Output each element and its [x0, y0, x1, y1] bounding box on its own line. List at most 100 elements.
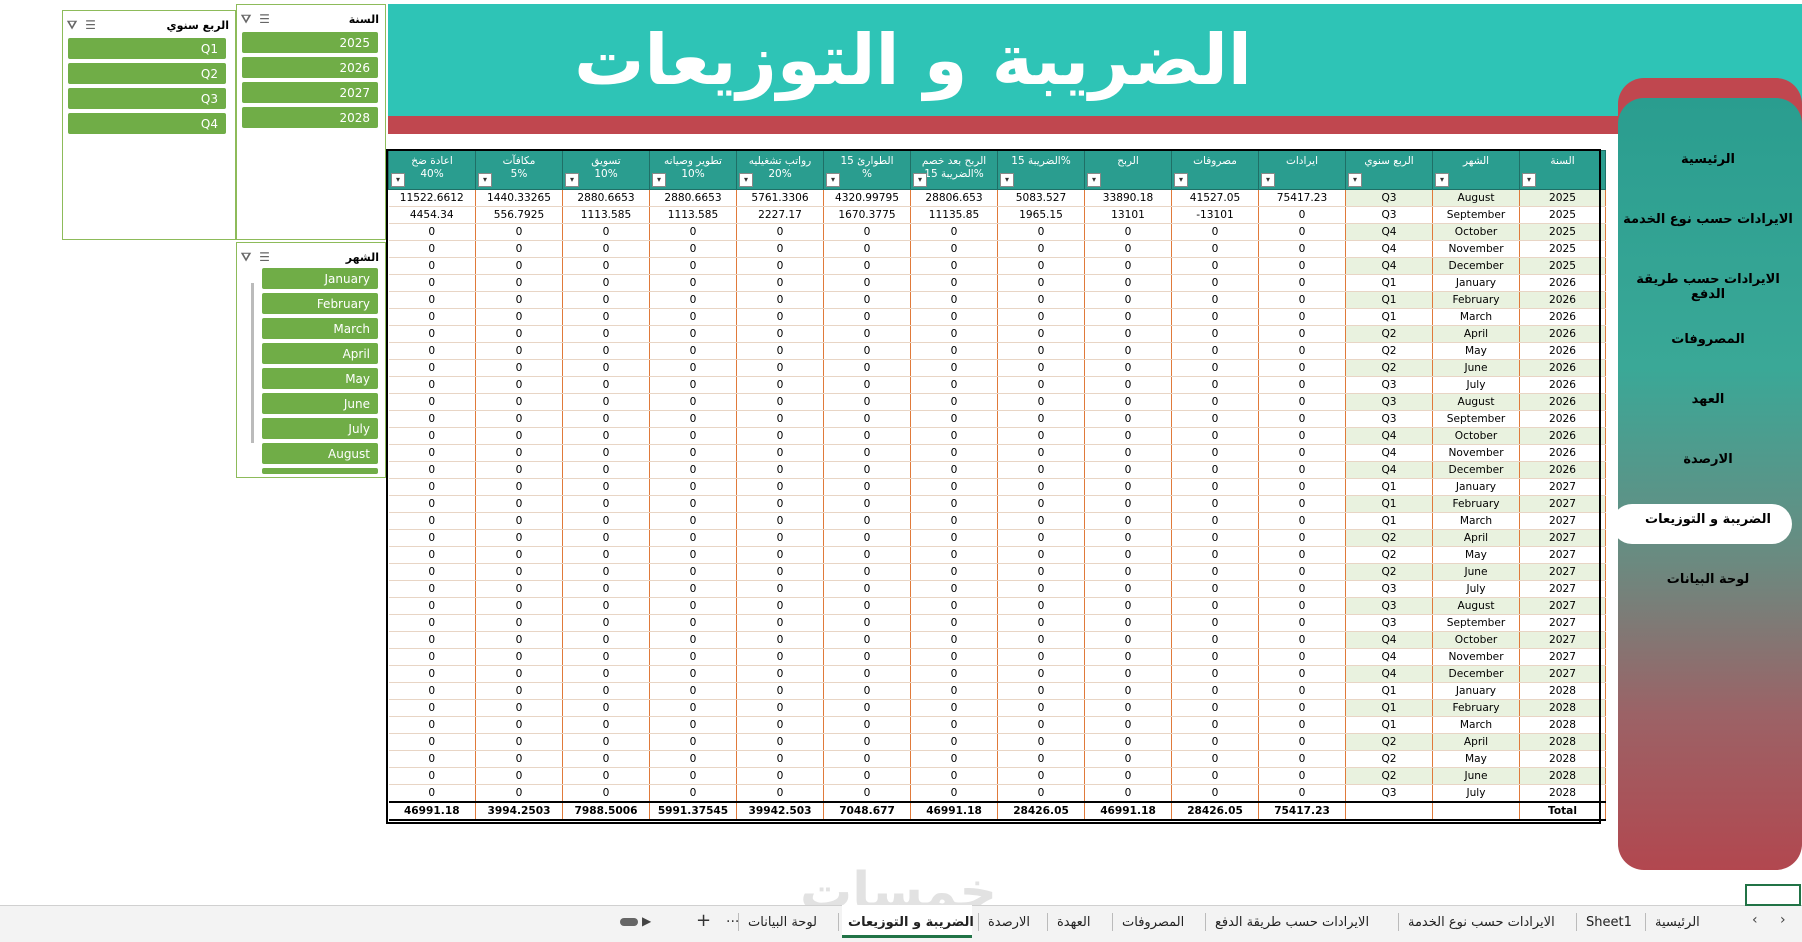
table-cell[interactable]: 0 — [823, 342, 911, 360]
table-cell[interactable]: 0 — [475, 427, 563, 445]
table-cell[interactable]: 0 — [997, 733, 1085, 751]
table-cell[interactable]: 0 — [649, 580, 737, 598]
table-cell[interactable]: Q2 — [1345, 529, 1433, 547]
table-cell[interactable]: 0 — [910, 614, 998, 632]
table-cell[interactable]: 0 — [736, 631, 824, 649]
table-cell[interactable]: 0 — [388, 342, 476, 360]
table-cell[interactable]: 0 — [562, 614, 650, 632]
nav-item[interactable]: الايرادات حسب نوع الخدمة — [1618, 212, 1798, 227]
table-cell[interactable]: 0 — [997, 648, 1085, 666]
table-cell[interactable]: 0 — [1171, 308, 1259, 326]
table-cell[interactable]: 0 — [910, 461, 998, 479]
total-cell[interactable]: 3994.2503 — [475, 801, 563, 821]
table-cell[interactable]: 0 — [475, 376, 563, 394]
table-cell[interactable]: Q2 — [1345, 546, 1433, 564]
quarter-slicer-item[interactable]: Q2 — [68, 63, 226, 84]
scroll-right-icon[interactable]: › — [1780, 912, 1786, 928]
table-cell[interactable]: 0 — [1258, 495, 1346, 513]
table-cell[interactable]: 0 — [475, 444, 563, 462]
table-cell[interactable]: 0 — [1084, 733, 1172, 751]
table-cell[interactable]: 0 — [1171, 767, 1259, 785]
table-cell[interactable]: 0 — [649, 257, 737, 275]
table-cell[interactable]: 0 — [1258, 257, 1346, 275]
table-cell[interactable]: 0 — [475, 648, 563, 666]
table-cell[interactable]: 0 — [649, 359, 737, 377]
table-cell[interactable]: 0 — [475, 699, 563, 717]
table-cell[interactable]: 0 — [910, 291, 998, 309]
table-cell[interactable]: 0 — [823, 257, 911, 275]
table-cell[interactable]: 0 — [1084, 512, 1172, 530]
sheet-tab[interactable]: الرئيسية — [1655, 915, 1700, 930]
table-cell[interactable]: February — [1432, 699, 1520, 717]
table-cell[interactable]: 0 — [649, 665, 737, 683]
table-cell[interactable]: 0 — [1258, 784, 1346, 803]
table-cell[interactable]: 0 — [1171, 359, 1259, 377]
table-cell[interactable]: 0 — [997, 376, 1085, 394]
table-cell[interactable]: 0 — [823, 665, 911, 683]
total-cell[interactable] — [1432, 801, 1520, 821]
table-cell[interactable]: July — [1432, 784, 1520, 803]
table-cell[interactable]: 0 — [910, 274, 998, 292]
table-cell[interactable]: 0 — [562, 750, 650, 768]
filter-dropdown-icon[interactable]: ▾ — [739, 173, 753, 187]
table-cell[interactable]: 0 — [1171, 716, 1259, 734]
table-cell[interactable]: Q3 — [1345, 784, 1433, 803]
table-cell[interactable]: Q3 — [1345, 410, 1433, 428]
table-cell[interactable]: 1113.585 — [562, 206, 650, 224]
table-cell[interactable]: 0 — [736, 223, 824, 241]
table-cell[interactable]: 0 — [562, 478, 650, 496]
total-cell[interactable]: 7988.5006 — [562, 801, 650, 821]
table-cell[interactable]: 0 — [736, 478, 824, 496]
filter-dropdown-icon[interactable]: ▾ — [1435, 173, 1449, 187]
table-cell[interactable]: 0 — [388, 665, 476, 683]
table-cell[interactable]: September — [1432, 410, 1520, 428]
table-cell[interactable]: 0 — [910, 427, 998, 445]
total-cell[interactable]: 75417.23 — [1258, 801, 1346, 821]
table-cell[interactable]: 0 — [823, 580, 911, 598]
table-cell[interactable]: 0 — [823, 376, 911, 394]
table-cell[interactable]: 75417.23 — [1258, 189, 1346, 207]
table-cell[interactable]: 0 — [388, 291, 476, 309]
table-cell[interactable]: 0 — [823, 563, 911, 581]
table-cell[interactable]: 0 — [1171, 546, 1259, 564]
table-cell[interactable]: 33890.18 — [1084, 189, 1172, 207]
table-cell[interactable]: 0 — [1084, 495, 1172, 513]
table-cell[interactable]: 0 — [649, 393, 737, 411]
filter-dropdown-icon[interactable]: ▾ — [1522, 173, 1536, 187]
table-cell[interactable]: Q4 — [1345, 427, 1433, 445]
table-cell[interactable]: 1440.33265 — [475, 189, 563, 207]
table-cell[interactable]: 0 — [910, 767, 998, 785]
table-cell[interactable]: Q4 — [1345, 648, 1433, 666]
table-cell[interactable]: 0 — [388, 546, 476, 564]
table-cell[interactable]: 0 — [475, 512, 563, 530]
table-cell[interactable]: 0 — [1171, 614, 1259, 632]
table-cell[interactable]: 0 — [1171, 257, 1259, 275]
table-cell[interactable]: 0 — [997, 359, 1085, 377]
table-cell[interactable]: 0 — [562, 393, 650, 411]
table-cell[interactable]: 0 — [910, 325, 998, 343]
quarter-slicer-item[interactable]: Q3 — [68, 88, 226, 109]
table-cell[interactable]: 0 — [475, 529, 563, 547]
month-slicer-item[interactable]: August — [262, 443, 378, 464]
table-cell[interactable]: 0 — [475, 597, 563, 615]
table-cell[interactable]: Q2 — [1345, 325, 1433, 343]
nav-item[interactable]: المصروفات — [1618, 332, 1798, 347]
table-cell[interactable]: 2028 — [1519, 750, 1606, 768]
table-cell[interactable]: 0 — [1171, 665, 1259, 683]
table-cell[interactable]: 2026 — [1519, 342, 1606, 360]
filter-dropdown-icon[interactable]: ▾ — [1087, 173, 1101, 187]
table-cell[interactable]: 0 — [562, 529, 650, 547]
table-cell[interactable]: 0 — [1084, 529, 1172, 547]
table-cell[interactable]: 0 — [910, 750, 998, 768]
filter-dropdown-icon[interactable]: ▾ — [1348, 173, 1362, 187]
table-cell[interactable]: 0 — [910, 665, 998, 683]
table-cell[interactable]: 0 — [649, 240, 737, 258]
total-cell[interactable]: 7048.677 — [823, 801, 911, 821]
table-cell[interactable]: 0 — [997, 614, 1085, 632]
table-cell[interactable]: 2028 — [1519, 716, 1606, 734]
table-cell[interactable]: 0 — [1084, 478, 1172, 496]
table-cell[interactable]: 0 — [823, 529, 911, 547]
table-cell[interactable]: 0 — [1258, 240, 1346, 258]
table-cell[interactable]: 2028 — [1519, 767, 1606, 785]
play-icon[interactable]: ▶ — [642, 914, 651, 928]
